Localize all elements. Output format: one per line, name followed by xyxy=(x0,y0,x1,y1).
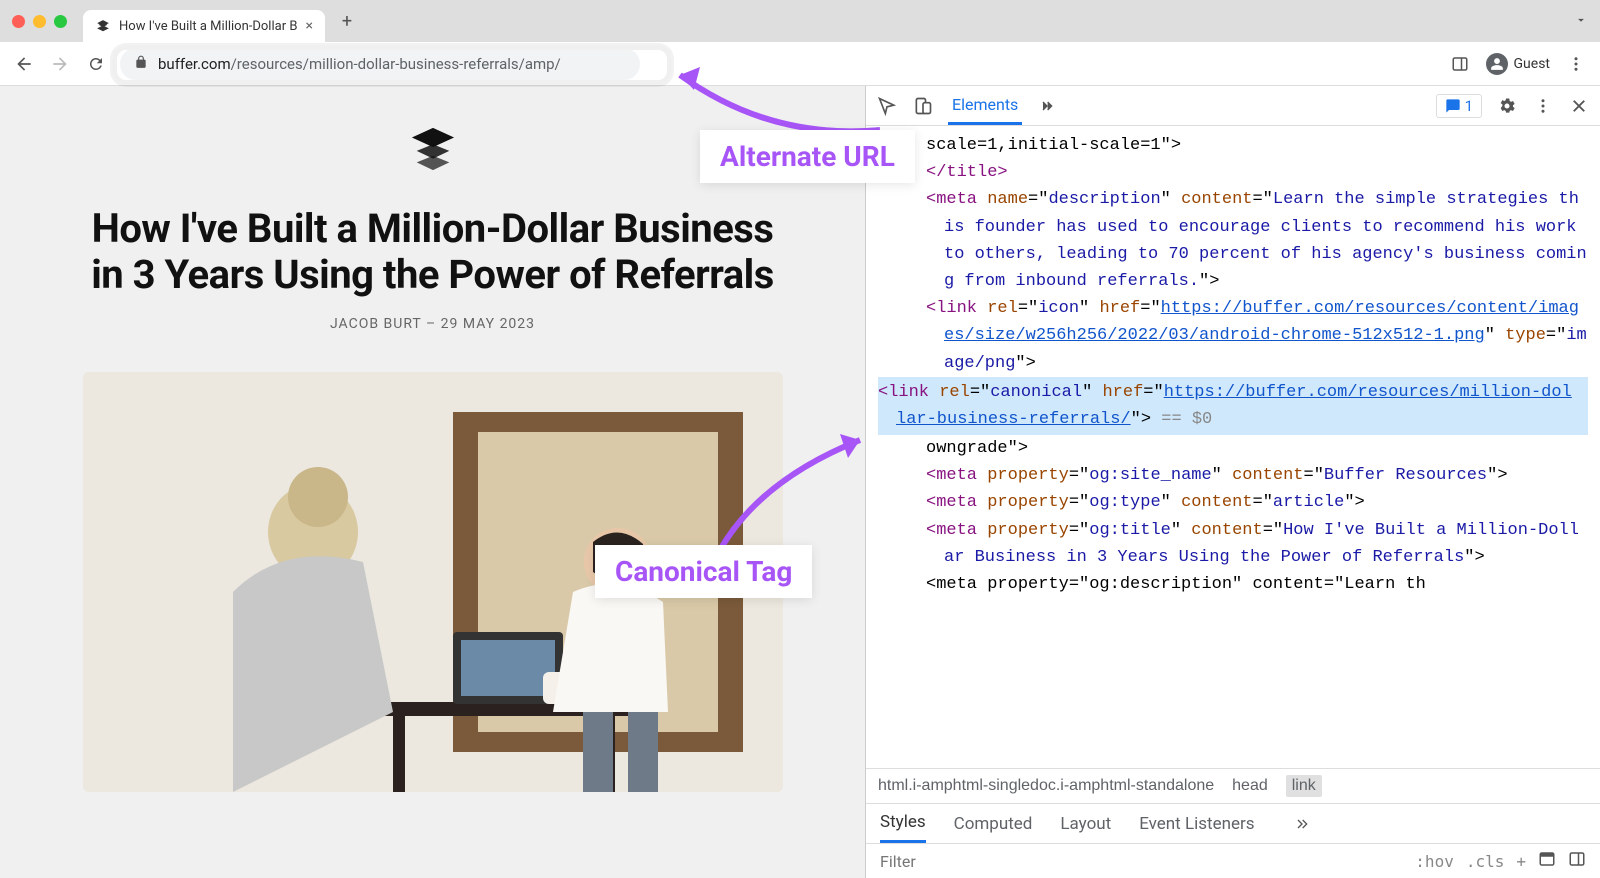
filter-right-controls: :hov .cls + xyxy=(1415,850,1586,872)
devtools-tab-bar: Elements 1 xyxy=(866,86,1600,126)
styles-filter-bar: :hov .cls + xyxy=(866,843,1600,878)
buffer-favicon xyxy=(95,18,111,34)
breadcrumb-head[interactable]: head xyxy=(1232,777,1268,795)
issues-count: 1 xyxy=(1465,97,1473,115)
web-page: How I've Built a Million-Dollar Business… xyxy=(0,86,865,878)
article-date: 29 MAY 2023 xyxy=(441,316,535,332)
kebab-menu-icon[interactable] xyxy=(1564,52,1588,76)
close-tab-icon[interactable]: × xyxy=(305,18,312,34)
minimize-window-button[interactable] xyxy=(33,15,46,28)
settings-icon[interactable] xyxy=(1496,95,1518,117)
filter-input[interactable] xyxy=(880,852,1401,871)
layout-tab[interactable]: Layout xyxy=(1060,806,1111,842)
reload-button[interactable] xyxy=(84,52,108,76)
styles-tab[interactable]: Styles xyxy=(880,804,926,843)
buffer-logo xyxy=(410,126,456,176)
close-devtools-icon[interactable] xyxy=(1568,95,1590,117)
lock-icon xyxy=(134,55,148,73)
window-controls xyxy=(12,15,67,28)
browser-tab[interactable]: How I've Built a Million-Dollar B × xyxy=(83,10,325,42)
side-panel-icon[interactable] xyxy=(1448,52,1472,76)
tab-strip: How I've Built a Million-Dollar B × + xyxy=(0,0,1600,42)
alternate-url-label: Alternate URL xyxy=(700,130,915,183)
more-tabs-icon[interactable] xyxy=(1036,95,1058,117)
close-window-button[interactable] xyxy=(12,15,25,28)
breadcrumb-link[interactable]: link xyxy=(1286,775,1322,797)
toolbar-right: Guest xyxy=(1448,52,1588,76)
canonical-tag-label: Canonical Tag xyxy=(595,545,812,598)
toggle-sidebar-icon[interactable] xyxy=(1568,850,1586,872)
meta-viewport-line[interactable]: scale=1,initial-scale=1"> xyxy=(926,132,1588,159)
cls-toggle[interactable]: .cls xyxy=(1466,852,1505,871)
article-meta: JACOB BURT – 29 MAY 2023 xyxy=(330,316,535,332)
url-domain: buffer.com xyxy=(158,55,231,73)
article-author: JACOB BURT xyxy=(330,316,422,332)
computed-styles-sidebar-icon[interactable] xyxy=(1538,850,1556,872)
tab-list-button[interactable] xyxy=(1574,12,1588,31)
guest-label: Guest xyxy=(1514,56,1550,72)
maximize-window-button[interactable] xyxy=(54,15,67,28)
og-site-name-line[interactable]: <meta property="og:site_name" content="B… xyxy=(926,462,1588,489)
avatar-icon xyxy=(1486,53,1508,75)
element-breadcrumb[interactable]: html.i-amphtml-singledoc.i-amphtml-stand… xyxy=(866,768,1600,803)
url-path: /resources/million-dollar-business-refer… xyxy=(231,55,561,73)
new-tab-button[interactable]: + xyxy=(333,7,361,35)
elements-tab[interactable]: Elements xyxy=(948,87,1022,125)
devtools-right-controls: 1 xyxy=(1436,94,1590,118)
address-bar[interactable]: buffer.com/resources/million-dollar-busi… xyxy=(120,48,640,80)
more-styles-tabs-icon[interactable] xyxy=(1291,813,1313,835)
browser-toolbar: buffer.com/resources/million-dollar-busi… xyxy=(0,42,1600,86)
new-style-rule-icon[interactable]: + xyxy=(1516,852,1526,871)
og-title-line[interactable]: <meta property="og:title" content="How I… xyxy=(926,517,1588,571)
meta-description-line[interactable]: <meta name="description" content="Learn … xyxy=(926,186,1588,295)
title-close-line[interactable]: </title> xyxy=(926,159,1588,186)
computed-tab[interactable]: Computed xyxy=(954,806,1033,842)
link-icon-line[interactable]: <link rel="icon" href="https://buffer.co… xyxy=(926,295,1588,377)
content-area: How I've Built a Million-Dollar Business… xyxy=(0,86,1600,878)
hov-toggle[interactable]: :hov xyxy=(1415,852,1454,871)
forward-button[interactable] xyxy=(48,52,72,76)
issues-badge[interactable]: 1 xyxy=(1436,94,1482,118)
og-description-line[interactable]: <meta property="og:description" content=… xyxy=(926,571,1588,598)
profile-button[interactable]: Guest xyxy=(1486,53,1550,75)
breadcrumb-html[interactable]: html.i-amphtml-singledoc.i-amphtml-stand… xyxy=(878,777,1214,795)
url-text: buffer.com/resources/million-dollar-busi… xyxy=(158,55,561,73)
styles-tab-bar: Styles Computed Layout Event Listeners xyxy=(866,803,1600,843)
event-listeners-tab[interactable]: Event Listeners xyxy=(1139,806,1254,842)
devtools-kebab-icon[interactable] xyxy=(1532,95,1554,117)
device-mode-icon[interactable] xyxy=(912,95,934,117)
inspect-icon[interactable] xyxy=(876,95,898,117)
article-title: How I've Built a Million-Dollar Business… xyxy=(83,206,783,298)
tab-title: How I've Built a Million-Dollar B xyxy=(119,19,297,34)
back-button[interactable] xyxy=(12,52,36,76)
devtools-panel: Elements 1 scale=1,i xyxy=(865,86,1600,878)
owngrade-line[interactable]: owngrade"> xyxy=(926,435,1588,462)
og-type-line[interactable]: <meta property="og:type" content="articl… xyxy=(926,489,1588,516)
elements-tree[interactable]: scale=1,initial-scale=1"> </title> <meta… xyxy=(866,126,1600,768)
link-canonical-line[interactable]: <link rel="canonical" href="https://buff… xyxy=(878,377,1588,435)
